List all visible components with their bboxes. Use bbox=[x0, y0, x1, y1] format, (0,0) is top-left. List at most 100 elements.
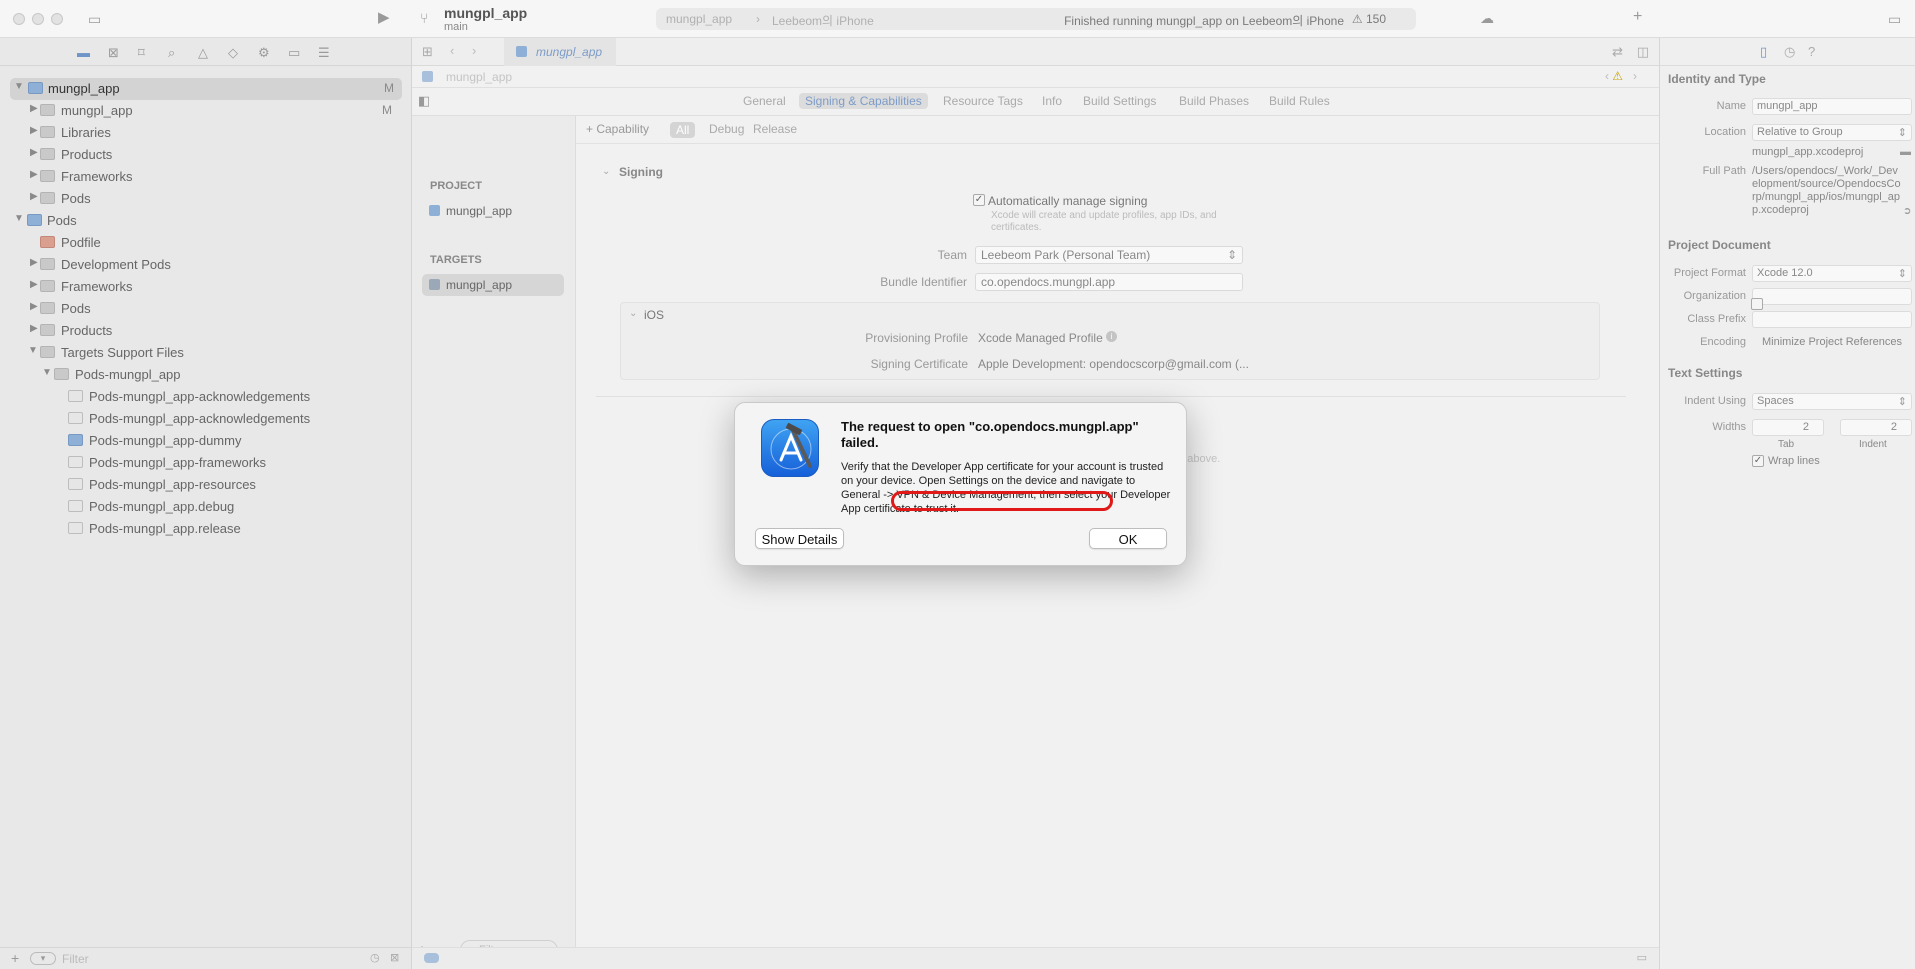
destination-device[interactable]: Leebeom의 iPhone bbox=[772, 12, 874, 29]
target-item[interactable]: mungpl_app bbox=[422, 274, 564, 296]
team-select[interactable]: Leebeom Park (Personal Team) ⇕ bbox=[975, 246, 1243, 264]
name-field[interactable]: mungpl_app bbox=[1752, 98, 1912, 115]
chevron-down-icon[interactable]: ▼ bbox=[28, 345, 38, 356]
minimize-window-button[interactable] bbox=[32, 13, 44, 25]
tab-build-rules[interactable]: Build Rules bbox=[1269, 94, 1330, 108]
auto-signing-checkbox[interactable]: ✓ bbox=[973, 194, 985, 206]
chevron-left-icon[interactable]: ‹ bbox=[1605, 69, 1609, 83]
forward-icon[interactable]: › bbox=[472, 43, 476, 58]
sidebar-toggle-icon[interactable]: ◧ bbox=[418, 93, 430, 109]
tree-row[interactable]: Pods-mungpl_app.debug bbox=[0, 496, 412, 518]
tree-row[interactable]: ▼ Pods-mungpl_app bbox=[0, 364, 412, 386]
add-icon[interactable]: + bbox=[11, 950, 19, 966]
split-editor-icon[interactable]: ◫ bbox=[1637, 44, 1649, 60]
inspector-toggle-icon[interactable]: ▭ bbox=[1888, 12, 1901, 26]
tree-row[interactable]: ▼ mungpl_app M bbox=[10, 78, 402, 100]
bookmark-icon[interactable]: ⌑ bbox=[138, 45, 145, 61]
chevron-right-icon[interactable]: ▶ bbox=[30, 103, 38, 114]
ok-button[interactable]: OK bbox=[1089, 528, 1167, 549]
tree-row[interactable]: ▶ Pods bbox=[0, 298, 412, 320]
project-format-select[interactable]: Xcode 12.0 ⇕ bbox=[1752, 265, 1912, 282]
chevron-down-icon[interactable]: ▼ bbox=[14, 81, 24, 92]
zoom-window-button[interactable] bbox=[51, 13, 63, 25]
tree-row[interactable]: Pods-mungpl_app-acknowledgements bbox=[0, 386, 412, 408]
location-select[interactable]: Relative to Group ⇕ bbox=[1752, 124, 1912, 141]
tree-row[interactable]: ▶ Frameworks bbox=[0, 166, 412, 188]
swap-icon[interactable]: ⇄ bbox=[1612, 44, 1623, 60]
tree-row[interactable]: Pods-mungpl_app-frameworks bbox=[0, 452, 412, 474]
chevron-down-icon[interactable]: ⌄ bbox=[602, 166, 610, 177]
minimize-references-checkbox[interactable] bbox=[1751, 298, 1763, 310]
breakpoint-icon[interactable]: ▭ bbox=[288, 45, 300, 61]
back-icon[interactable]: ‹ bbox=[450, 43, 454, 58]
chevron-right-icon[interactable]: ▶ bbox=[30, 169, 38, 180]
indent-width-field[interactable]: 2 bbox=[1840, 419, 1912, 436]
tree-row[interactable]: Pods-mungpl_app-resources bbox=[0, 474, 412, 496]
bundle-id-field[interactable]: co.opendocs.mungpl.app bbox=[975, 273, 1243, 291]
class-prefix-field[interactable] bbox=[1752, 311, 1912, 328]
tree-row[interactable]: ▶ Development Pods bbox=[0, 254, 412, 276]
config-tab-release[interactable]: Release bbox=[753, 122, 797, 136]
tree-row[interactable]: ▼ Targets Support Files bbox=[0, 342, 412, 364]
close-window-button[interactable] bbox=[13, 13, 25, 25]
warning-icon[interactable]: ⚠ bbox=[1612, 69, 1623, 83]
tree-row[interactable]: ▶ mungpl_app M bbox=[0, 100, 412, 122]
destination-app[interactable]: mungpl_app bbox=[666, 12, 732, 26]
tree-row[interactable]: Pods-mungpl_app-dummy bbox=[0, 430, 412, 452]
chevron-down-icon[interactable]: ▼ bbox=[14, 213, 24, 224]
tree-row[interactable]: Pods-mungpl_app.release bbox=[0, 518, 412, 540]
chevron-right-icon[interactable]: ▶ bbox=[30, 125, 38, 136]
tab-build-phases[interactable]: Build Phases bbox=[1179, 94, 1249, 108]
tree-row[interactable]: Podfile bbox=[0, 232, 412, 254]
tab-resource-tags[interactable]: Resource Tags bbox=[943, 94, 1023, 108]
chevron-right-icon[interactable]: › bbox=[1633, 69, 1637, 83]
debug-area-icon[interactable] bbox=[424, 953, 439, 963]
chevron-right-icon[interactable]: ▶ bbox=[30, 257, 38, 268]
filter-options-icon[interactable]: ▾ bbox=[30, 952, 56, 965]
help-icon[interactable]: ? bbox=[1808, 44, 1815, 59]
warning-count[interactable]: ⚠ 150 bbox=[1352, 12, 1386, 26]
run-icon[interactable]: ▶ bbox=[378, 10, 390, 25]
panel-toggle-icon[interactable]: ▭ bbox=[1637, 951, 1647, 964]
source-control-icon[interactable]: ⊠ bbox=[108, 45, 119, 61]
chevron-right-icon[interactable]: ▶ bbox=[30, 191, 38, 202]
chevron-right-icon[interactable]: ▶ bbox=[30, 301, 38, 312]
scm-filter-icon[interactable]: ⊠ bbox=[390, 951, 399, 964]
navigator-filter-input[interactable]: Filter bbox=[62, 952, 89, 966]
tree-row[interactable]: ▶ Pods bbox=[0, 188, 412, 210]
tree-row[interactable]: Pods-mungpl_app-acknowledgements bbox=[0, 408, 412, 430]
recent-filter-icon[interactable]: ◷ bbox=[370, 951, 380, 964]
sidebar-toggle-icon[interactable]: ▭ bbox=[88, 12, 101, 26]
chevron-right-icon[interactable]: ▶ bbox=[30, 147, 38, 158]
test-icon[interactable]: ◇ bbox=[228, 45, 238, 61]
scheme-title[interactable]: mungpl_app bbox=[444, 5, 527, 21]
tree-row[interactable]: ▶ Products bbox=[0, 144, 412, 166]
info-icon[interactable]: i bbox=[1106, 331, 1117, 342]
show-details-button[interactable]: Show Details bbox=[755, 528, 844, 549]
chevron-down-icon[interactable]: ⌄ bbox=[629, 308, 637, 319]
config-tab-debug[interactable]: Debug bbox=[709, 122, 744, 136]
tab-general[interactable]: General bbox=[743, 94, 786, 108]
add-icon[interactable]: + bbox=[1633, 9, 1642, 25]
folder-icon[interactable]: ▬ bbox=[1900, 146, 1911, 158]
wrap-lines-checkbox[interactable]: ✓ bbox=[1752, 455, 1764, 467]
jump-bar[interactable]: mungpl_app ⚠ ‹ › bbox=[412, 66, 1659, 88]
tree-row[interactable]: ▶ Frameworks bbox=[0, 276, 412, 298]
tree-row[interactable]: ▶ Libraries bbox=[0, 122, 412, 144]
tab-build-settings[interactable]: Build Settings bbox=[1083, 94, 1156, 108]
issue-icon[interactable]: △ bbox=[198, 45, 208, 61]
chevron-down-icon[interactable]: ▼ bbox=[42, 367, 52, 378]
search-icon[interactable]: ⌕ bbox=[168, 45, 175, 61]
tree-row[interactable]: ▶ Products bbox=[0, 320, 412, 342]
chevron-right-icon[interactable]: ▶ bbox=[30, 279, 38, 290]
indent-using-select[interactable]: Spaces ⇕ bbox=[1752, 393, 1912, 410]
project-item[interactable]: mungpl_app bbox=[422, 200, 564, 222]
debug-icon[interactable]: ⚙ bbox=[258, 45, 270, 61]
tree-row[interactable]: ▼ Pods bbox=[0, 210, 412, 232]
chevron-right-icon[interactable]: ▶ bbox=[30, 323, 38, 334]
file-tab[interactable]: mungpl_app bbox=[504, 38, 616, 66]
history-icon[interactable]: ◷ bbox=[1784, 44, 1795, 60]
tab-info[interactable]: Info bbox=[1042, 94, 1062, 108]
organization-field[interactable] bbox=[1752, 288, 1912, 305]
folder-icon[interactable]: ▬ bbox=[77, 45, 90, 60]
